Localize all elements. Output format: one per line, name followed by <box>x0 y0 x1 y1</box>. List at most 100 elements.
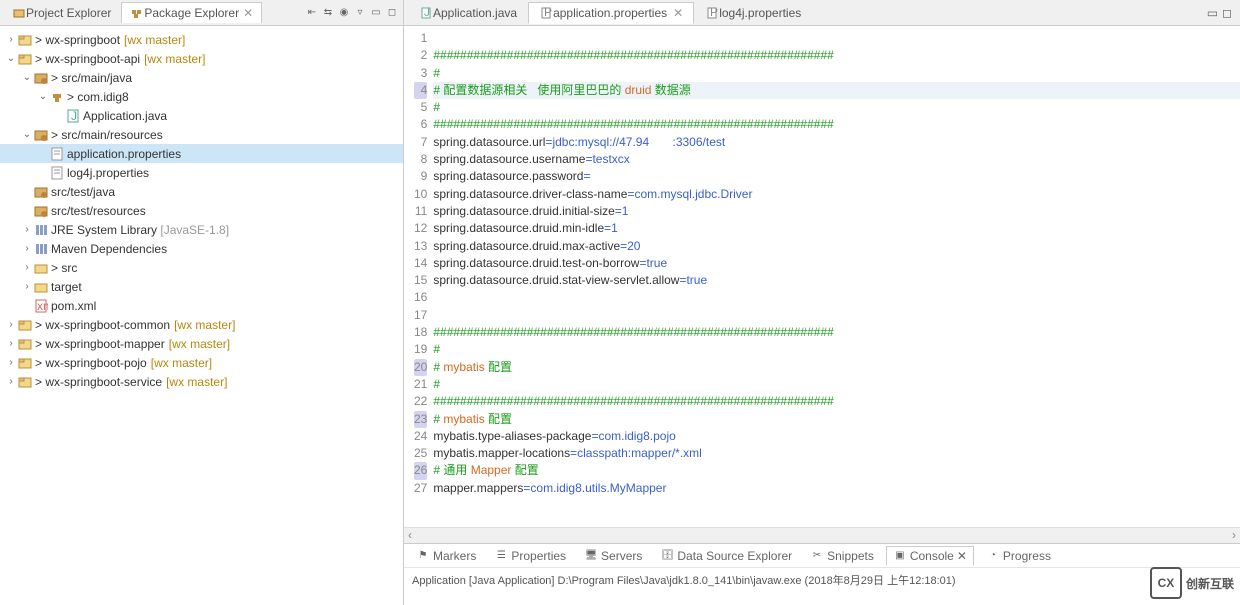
tab-package-explorer[interactable]: Package Explorer ✕ <box>121 2 262 23</box>
close-icon[interactable]: ✕ <box>673 6 683 20</box>
code-line[interactable]: mybatis.type-aliases-package=com.idig8.p… <box>433 428 1240 445</box>
code-line[interactable]: # mybatis 配置 <box>433 411 1240 428</box>
maximize-icon[interactable]: ◻ <box>385 6 399 20</box>
tree-node[interactable]: ⌄ > wx-springboot-api[wx master] <box>0 49 403 68</box>
editor-tab-application-properties[interactable]: P application.properties ✕ <box>528 2 694 24</box>
minimize-icon[interactable]: ▭ <box>1207 6 1218 20</box>
tab-properties[interactable]: ☰Properties <box>488 547 572 565</box>
code-line[interactable]: spring.datasource.druid.max-active=20 <box>433 238 1240 255</box>
code-line[interactable] <box>433 307 1240 324</box>
code-line[interactable]: # <box>433 65 1240 82</box>
maximize-icon[interactable]: ◻ <box>1222 6 1232 20</box>
tree-node[interactable]: src/test/java <box>0 182 403 201</box>
watermark-text: 创新互联 <box>1186 575 1234 592</box>
code-line[interactable]: spring.datasource.url=jdbc:mysql://47.94… <box>433 134 1240 151</box>
editor-tab-log4j-properties[interactable]: P log4j.properties <box>694 2 812 24</box>
tree-node[interactable]: › > wx-springboot-service[wx master] <box>0 372 403 391</box>
line-number: 21 <box>414 376 427 393</box>
package-tree[interactable]: › > wx-springboot[wx master] ⌄ > wx-spri… <box>0 26 403 605</box>
expand-arrow-icon[interactable]: › <box>4 357 18 368</box>
close-icon[interactable]: ✕ <box>243 6 253 20</box>
code-line[interactable]: spring.datasource.druid.initial-size=1 <box>433 203 1240 220</box>
code-line[interactable]: # mybatis 配置 <box>433 359 1240 376</box>
horizontal-scrollbar[interactable] <box>404 527 1240 543</box>
tab-markers[interactable]: ⚑Markers <box>410 547 482 565</box>
tree-node[interactable]: ⌄ > com.idig8 <box>0 87 403 106</box>
expand-arrow-icon[interactable]: ⌄ <box>4 53 18 64</box>
tree-node[interactable]: › > wx-springboot[wx master] <box>0 30 403 49</box>
tree-node[interactable]: ⌄ > src/main/java <box>0 68 403 87</box>
code-content[interactable]: ########################################… <box>433 26 1240 527</box>
view-menu-icon[interactable]: ▿ <box>353 6 367 20</box>
code-line[interactable]: ########################################… <box>433 324 1240 341</box>
tree-item-label: src/test/resources <box>51 204 146 218</box>
left-tab-bar: Project Explorer Package Explorer ✕ ⇤ ⇆ … <box>0 0 403 26</box>
tab-progress[interactable]: ◔Progress <box>980 547 1057 565</box>
tree-node[interactable]: J Application.java <box>0 106 403 125</box>
tree-node[interactable]: ⌄ > src/main/resources <box>0 125 403 144</box>
expand-arrow-icon[interactable]: › <box>4 34 18 45</box>
line-number: 27 <box>414 480 427 497</box>
tree-node[interactable]: › JRE System Library [JavaSE-1.8] <box>0 220 403 239</box>
minimize-icon[interactable]: ▭ <box>369 6 383 20</box>
watermark-logo-icon: CX <box>1150 567 1182 599</box>
tab-servers[interactable]: 🖥Servers <box>578 547 648 565</box>
code-line[interactable]: spring.datasource.password= <box>433 168 1240 185</box>
editor-body[interactable]: 1234567891011121314151617181920212223242… <box>404 26 1240 527</box>
tree-node[interactable]: application.properties <box>0 144 403 163</box>
code-line[interactable] <box>433 289 1240 306</box>
code-line[interactable]: spring.datasource.username=testxcx <box>433 151 1240 168</box>
expand-arrow-icon[interactable]: › <box>4 376 18 387</box>
tree-node[interactable]: › > src <box>0 258 403 277</box>
code-line[interactable]: spring.datasource.driver-class-name=com.… <box>433 186 1240 203</box>
tree-item-label: pom.xml <box>51 299 96 313</box>
tab-label: Properties <box>511 549 566 563</box>
tree-node[interactable]: log4j.properties <box>0 163 403 182</box>
tab-snippets[interactable]: ✂Snippets <box>804 547 880 565</box>
line-number: 24 <box>414 428 427 445</box>
line-number: 22 <box>414 393 427 410</box>
tree-node[interactable]: › Maven Dependencies <box>0 239 403 258</box>
tree-node[interactable]: › target <box>0 277 403 296</box>
close-icon[interactable]: ✕ <box>957 549 967 563</box>
expand-arrow-icon[interactable]: › <box>20 262 34 273</box>
code-line[interactable]: # 配置数据源相关 使用阿里巴巴的 druid 数据源 <box>433 82 1240 99</box>
tab-data-source-explorer[interactable]: 🗄Data Source Explorer <box>654 547 798 565</box>
link-editor-icon[interactable]: ⇆ <box>321 6 335 20</box>
tree-item-icon <box>18 33 32 47</box>
code-line[interactable]: ########################################… <box>433 47 1240 64</box>
editor-tab-application-java[interactable]: J Application.java <box>408 2 528 24</box>
line-number: 10 <box>414 186 427 203</box>
code-line[interactable]: # <box>433 99 1240 116</box>
expand-arrow-icon[interactable]: › <box>4 338 18 349</box>
tree-node[interactable]: › > wx-springboot-common[wx master] <box>0 315 403 334</box>
code-line[interactable]: mapper.mappers=com.idig8.utils.MyMapper <box>433 480 1240 497</box>
code-line[interactable]: spring.datasource.druid.stat-view-servle… <box>433 272 1240 289</box>
tree-node[interactable]: › > wx-springboot-mapper[wx master] <box>0 334 403 353</box>
properties-icon: ☰ <box>494 549 508 563</box>
tree-node[interactable]: src/test/resources <box>0 201 403 220</box>
code-line[interactable]: spring.datasource.druid.min-idle=1 <box>433 220 1240 237</box>
expand-arrow-icon[interactable]: ⌄ <box>36 91 50 102</box>
focus-icon[interactable]: ◉ <box>337 6 351 20</box>
expand-arrow-icon[interactable]: › <box>20 281 34 292</box>
code-line[interactable]: # <box>433 376 1240 393</box>
tab-label: log4j.properties <box>719 6 801 20</box>
code-line[interactable] <box>433 30 1240 47</box>
expand-arrow-icon[interactable]: › <box>4 319 18 330</box>
expand-arrow-icon[interactable]: ⌄ <box>20 72 34 83</box>
collapse-all-icon[interactable]: ⇤ <box>305 6 319 20</box>
tree-node[interactable]: › > wx-springboot-pojo[wx master] <box>0 353 403 372</box>
tab-console[interactable]: ▣Console✕ <box>886 546 974 566</box>
code-line[interactable]: ########################################… <box>433 116 1240 133</box>
code-line[interactable]: mybatis.mapper-locations=classpath:mappe… <box>433 445 1240 462</box>
expand-arrow-icon[interactable]: › <box>20 224 34 235</box>
code-line[interactable]: ########################################… <box>433 393 1240 410</box>
code-line[interactable]: # 通用 Mapper 配置 <box>433 462 1240 479</box>
expand-arrow-icon[interactable]: ⌄ <box>20 129 34 140</box>
expand-arrow-icon[interactable]: › <box>20 243 34 254</box>
tree-node[interactable]: xml pom.xml <box>0 296 403 315</box>
code-line[interactable]: spring.datasource.druid.test-on-borrow=t… <box>433 255 1240 272</box>
tab-project-explorer[interactable]: Project Explorer <box>4 3 119 23</box>
code-line[interactable]: # <box>433 341 1240 358</box>
